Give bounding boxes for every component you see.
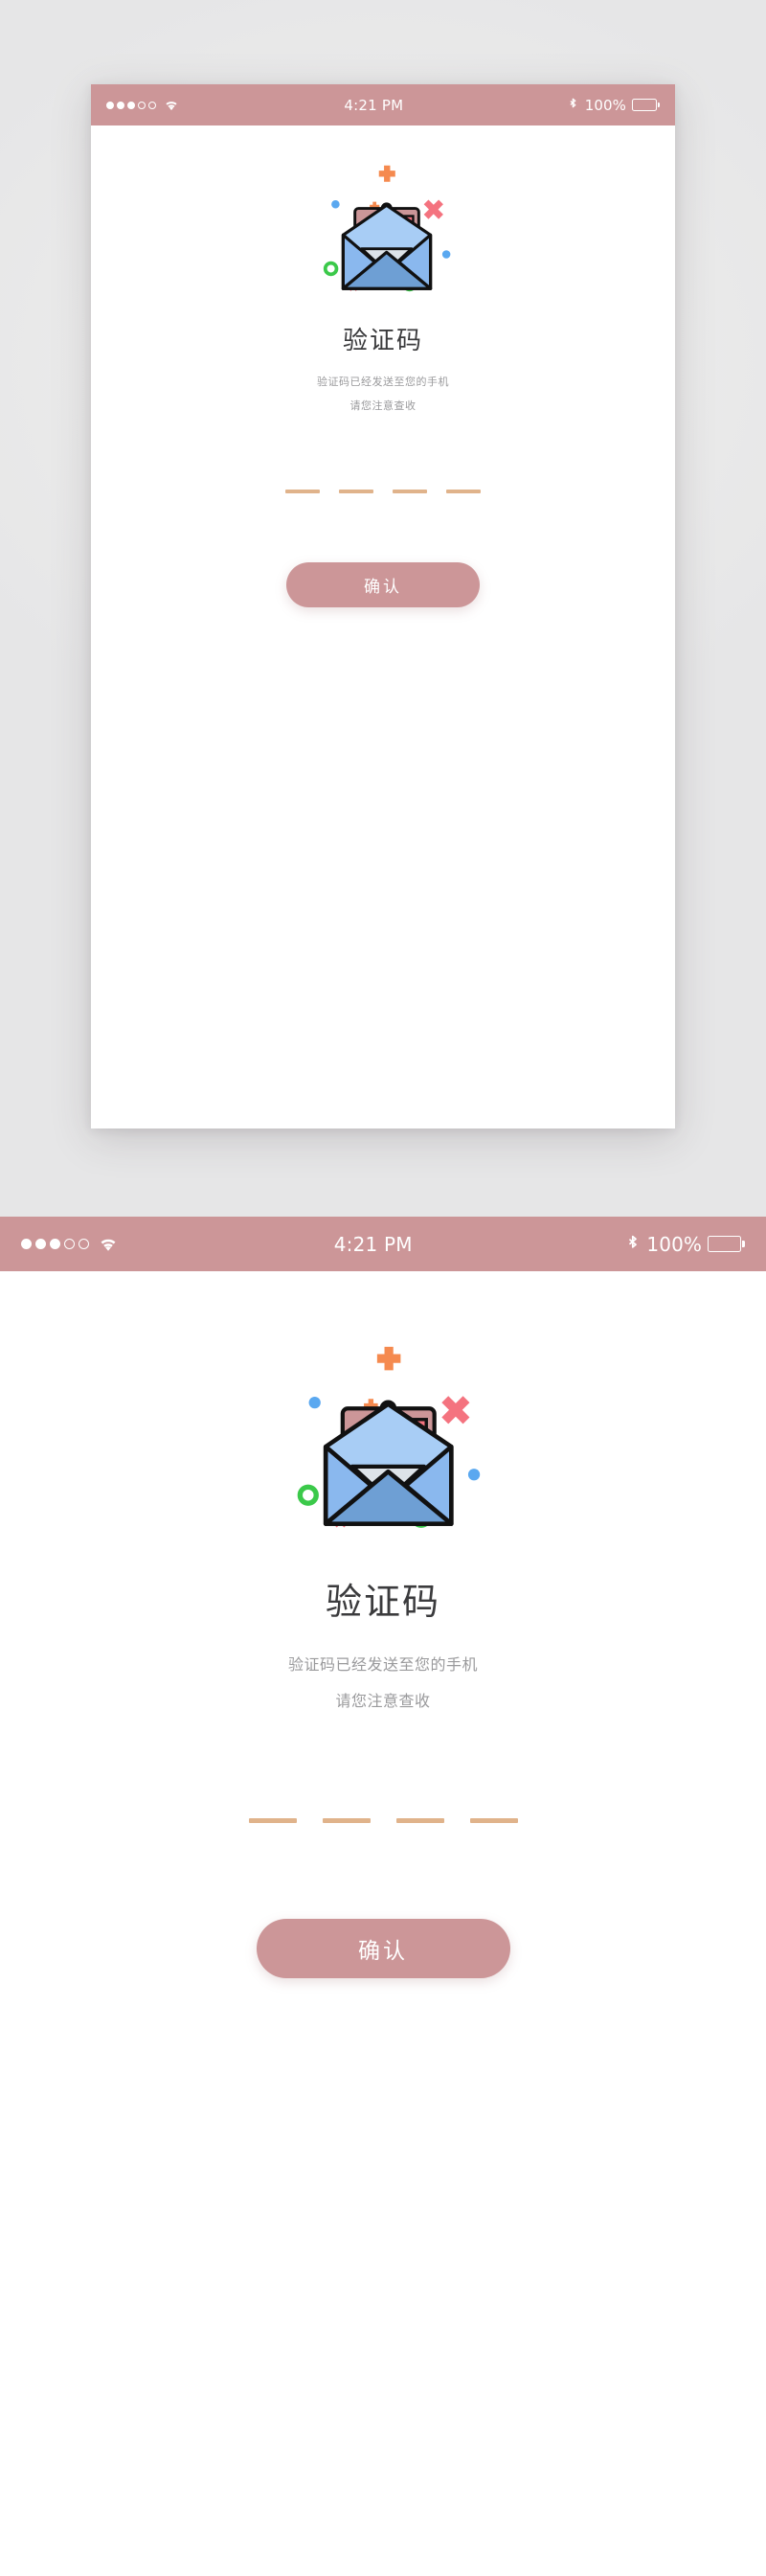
decoration-blue-dot-right	[467, 1469, 481, 1481]
code-slot-2[interactable]	[339, 490, 373, 493]
open-envelope-with-chart-letter-illustration	[273, 1331, 493, 1551]
signal-dots-icon	[21, 1239, 93, 1249]
decoration-blue-dot-right	[441, 250, 451, 259]
preview-section: 4:21 PM 100% 验证码 验证码已经发送至您的手机 请您注意查收 确认	[0, 0, 766, 1217]
status-bar-large: 4:21 PM 100%	[0, 1217, 766, 1271]
code-slot-4[interactable]	[469, 1818, 518, 1823]
battery-full-icon	[708, 1236, 745, 1252]
code-slot-1[interactable]	[285, 490, 320, 493]
status-bar-left-group	[106, 100, 179, 111]
signal-dots-icon	[106, 101, 159, 109]
page-title: 验证码	[325, 1581, 440, 1623]
subtitle-line-2: 请您注意查收	[349, 399, 417, 412]
battery-percent-label: 100%	[584, 96, 626, 114]
code-slot-1[interactable]	[248, 1818, 297, 1823]
page-title: 验证码	[342, 327, 423, 355]
decoration-red-x-large	[423, 199, 443, 219]
confirm-button[interactable]: 确认	[256, 1919, 510, 1978]
decoration-green-ring-left	[297, 1484, 319, 1506]
decoration-red-x-large	[441, 1396, 470, 1425]
screen-content-small: 验证码 验证码已经发送至您的手机 请您注意查收 确认	[91, 125, 675, 1128]
screen-content-large: 验证码 验证码已经发送至您的手机 请您注意查收 确认	[0, 1271, 766, 2576]
confirm-button[interactable]: 确认	[286, 562, 480, 607]
subtitle-line-2: 请您注意查收	[335, 1692, 431, 1710]
full-screen-section: 4:21 PM 100% 验证码 验证码已经发送至您的手机 请您注意查收 确认	[0, 1217, 766, 2576]
decoration-orange-plus-large	[378, 165, 395, 182]
status-bar-right-group-large: 100%	[627, 1233, 745, 1256]
bluetooth-icon	[627, 1235, 639, 1254]
code-slot-3[interactable]	[393, 490, 427, 493]
decoration-orange-plus-large	[376, 1346, 401, 1371]
decoration-green-ring-left	[323, 261, 339, 277]
status-bar-center-group: 4:21 PM	[179, 97, 569, 114]
subtitle-line-1: 验证码已经发送至您的手机	[287, 1655, 478, 1674]
status-bar-left-group-large	[21, 1237, 119, 1252]
decoration-blue-dot-left	[331, 200, 340, 209]
decoration-blue-dot-left	[308, 1397, 321, 1409]
phone-mockup-card-small: 4:21 PM 100% 验证码 验证码已经发送至您的手机 请您注意查收 确认	[91, 84, 675, 1128]
status-time: 4:21 PM	[333, 1232, 413, 1256]
status-bar-center-group-large: 4:21 PM	[119, 1233, 627, 1256]
verification-code-input[interactable]	[248, 1818, 518, 1823]
status-time: 4:21 PM	[344, 96, 404, 114]
open-envelope-with-chart-letter-illustration	[306, 154, 460, 308]
subtitle-line-1: 验证码已经发送至您的手机	[317, 376, 449, 388]
battery-percent-label: 100%	[646, 1232, 702, 1256]
code-slot-2[interactable]	[322, 1818, 371, 1823]
bluetooth-icon	[569, 98, 577, 112]
status-bar-right-group: 100%	[569, 97, 660, 114]
code-slot-4[interactable]	[446, 490, 481, 493]
status-bar-small: 4:21 PM 100%	[91, 84, 675, 125]
wifi-icon	[164, 100, 179, 111]
battery-full-icon	[632, 99, 660, 111]
code-slot-3[interactable]	[395, 1818, 444, 1823]
wifi-icon	[98, 1237, 119, 1252]
verification-code-input[interactable]	[285, 490, 481, 493]
